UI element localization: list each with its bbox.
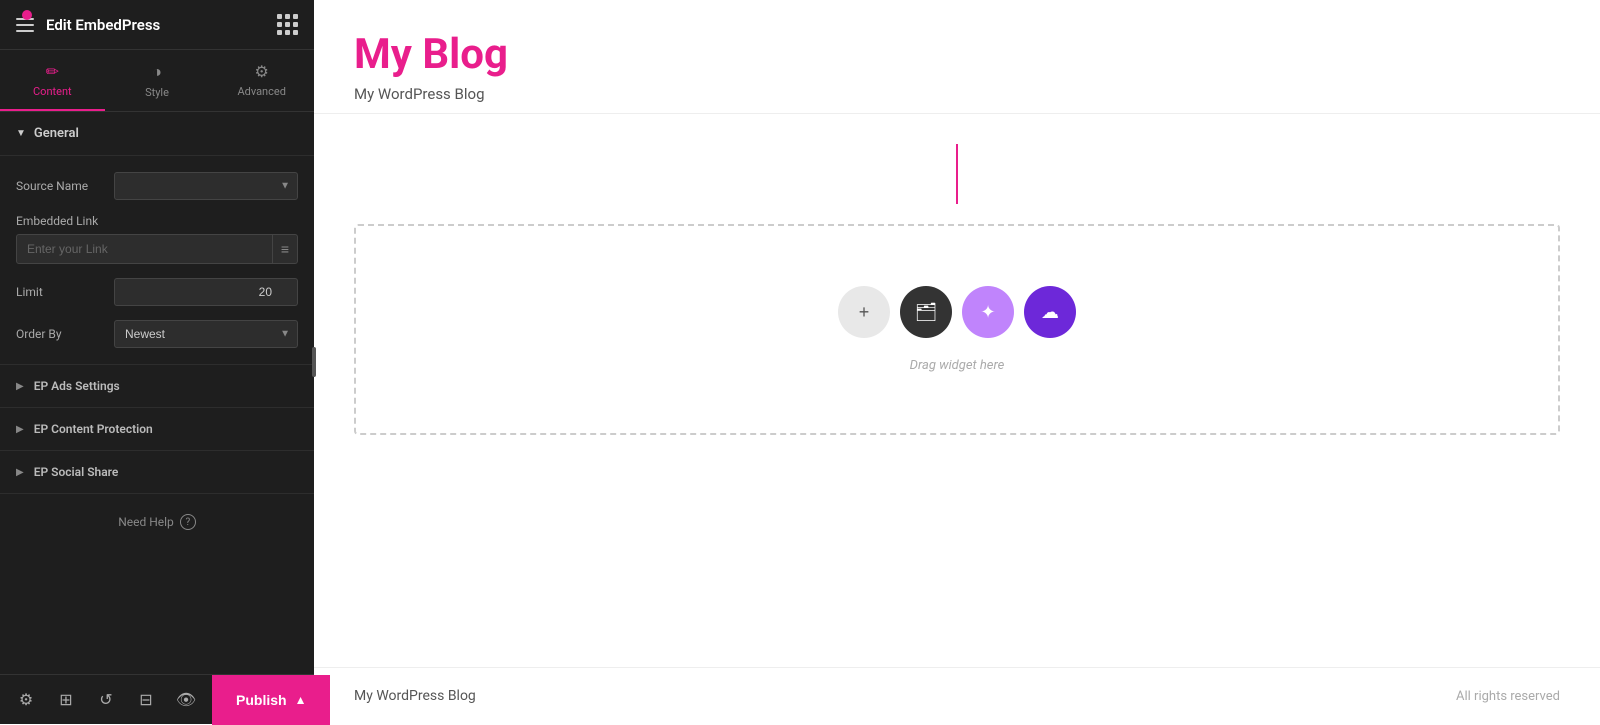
order-by-label: Order By <box>16 327 106 341</box>
limit-row: Limit <box>16 278 298 306</box>
star-widget-button[interactable]: ✦ <box>962 286 1014 338</box>
footer-icons: ⚙ ⊞ ↺ ⊟ 👁 <box>0 682 212 718</box>
ep-content-protection-label: EP Content Protection <box>34 422 153 436</box>
limit-label: Limit <box>16 285 106 299</box>
footer-blog-name: My WordPress Blog <box>354 688 476 704</box>
cursor-line <box>956 144 958 204</box>
tab-advanced[interactable]: ⚙ Advanced <box>209 50 314 111</box>
tab-style[interactable]: ◑ Style <box>105 50 210 111</box>
folder-widget-button[interactable]: 🗂 <box>900 286 952 338</box>
tab-content-label: Content <box>33 85 72 98</box>
order-by-select[interactable]: Newest Oldest Popular <box>114 320 298 348</box>
add-widget-button[interactable]: + <box>838 286 890 338</box>
ep-social-share-header[interactable]: ▶ EP Social Share <box>0 451 314 493</box>
source-name-label: Source Name <box>16 179 106 193</box>
sidebar-footer: ⚙ ⊞ ↺ ⊟ 👁 Publish ▲ <box>0 674 314 724</box>
limit-wrapper <box>114 278 298 306</box>
ep-social-share-label: EP Social Share <box>34 465 119 479</box>
blog-title: My Blog <box>354 30 1560 79</box>
sidebar-resize-handle[interactable] <box>308 0 320 724</box>
embedded-link-input[interactable] <box>17 235 272 263</box>
order-by-row: Order By Newest Oldest Popular ▼ <box>16 320 298 348</box>
source-name-row: Source Name ▼ <box>16 172 298 200</box>
general-form: Source Name ▼ Embedded Link ≡ Limit <box>0 156 314 365</box>
ep-content-protection-header[interactable]: ▶ EP Content Protection <box>0 408 314 450</box>
sidebar-content: ▼ General Source Name ▼ Embedded Link <box>0 112 314 674</box>
page-footer: My WordPress Blog All rights reserved <box>314 667 1600 724</box>
ep-ads-settings-label: EP Ads Settings <box>34 379 120 393</box>
page-header: My Blog My WordPress Blog <box>314 0 1600 114</box>
page-frame: My Blog My WordPress Blog + 🗂 ✦ ☁ Drag w… <box>314 0 1600 724</box>
footer-rights-text: All rights reserved <box>1456 689 1560 704</box>
content-tab-icon: ✏ <box>46 62 59 81</box>
general-section-header[interactable]: ▼ General <box>0 112 314 156</box>
need-help-button[interactable]: Need Help ? <box>0 494 314 550</box>
sidebar-header: Edit EmbedPress <box>0 0 314 50</box>
tab-advanced-label: Advanced <box>237 85 285 98</box>
blog-subtitle: My WordPress Blog <box>354 85 1560 103</box>
widget-drop-zone[interactable]: + 🗂 ✦ ☁ Drag widget here <box>354 224 1560 435</box>
preview-footer-button[interactable]: 👁 <box>168 682 204 718</box>
ep-ads-arrow-icon: ▶ <box>16 381 24 392</box>
drop-zone-text: Drag widget here <box>910 358 1005 373</box>
main-content: My Blog My WordPress Blog + 🗂 ✦ ☁ Drag w… <box>314 0 1600 724</box>
source-name-select[interactable] <box>114 172 298 200</box>
ep-content-protection-section: ▶ EP Content Protection <box>0 408 314 451</box>
order-by-wrapper: Newest Oldest Popular ▼ <box>114 320 298 348</box>
ep-ads-settings-section: ▶ EP Ads Settings <box>0 365 314 408</box>
ep-content-arrow-icon: ▶ <box>16 424 24 435</box>
ep-social-share-section: ▶ EP Social Share <box>0 451 314 494</box>
help-circle-icon: ? <box>180 514 196 530</box>
tab-style-label: Style <box>145 86 169 99</box>
link-input-wrapper: ≡ <box>16 234 298 264</box>
widget-buttons: + 🗂 ✦ ☁ <box>838 286 1076 338</box>
resize-handle-bar <box>312 347 316 377</box>
publish-label: Publish <box>236 692 287 708</box>
layers-footer-button[interactable]: ⊞ <box>48 682 84 718</box>
sidebar-tabs: ✏ Content ◑ Style ⚙ Advanced <box>0 50 314 112</box>
cloud-widget-button[interactable]: ☁ <box>1024 286 1076 338</box>
style-tab-icon: ◑ <box>152 62 162 82</box>
embedded-link-label: Embedded Link <box>16 214 298 228</box>
ep-social-arrow-icon: ▶ <box>16 467 24 478</box>
general-arrow-icon: ▼ <box>16 128 26 139</box>
pink-dot <box>22 10 32 20</box>
grid-apps-icon[interactable] <box>277 14 298 35</box>
responsive-footer-button[interactable]: ⊟ <box>128 682 164 718</box>
limit-input[interactable] <box>114 278 298 306</box>
embedded-link-stack: Embedded Link ≡ <box>16 214 298 264</box>
publish-chevron-icon: ▲ <box>295 693 307 707</box>
link-options-button[interactable]: ≡ <box>272 235 297 263</box>
general-section-label: General <box>34 126 79 141</box>
sidebar-title: Edit EmbedPress <box>46 16 160 34</box>
sidebar: Edit EmbedPress ✏ Content ◑ Style ⚙ Adva… <box>0 0 314 724</box>
ep-ads-settings-header[interactable]: ▶ EP Ads Settings <box>0 365 314 407</box>
settings-footer-button[interactable]: ⚙ <box>8 682 44 718</box>
page-body: + 🗂 ✦ ☁ Drag widget here <box>314 114 1600 667</box>
need-help-label: Need Help <box>118 515 174 529</box>
tab-content[interactable]: ✏ Content <box>0 50 105 111</box>
advanced-tab-icon: ⚙ <box>255 62 269 81</box>
source-name-wrapper: ▼ <box>114 172 298 200</box>
history-footer-button[interactable]: ↺ <box>88 682 124 718</box>
